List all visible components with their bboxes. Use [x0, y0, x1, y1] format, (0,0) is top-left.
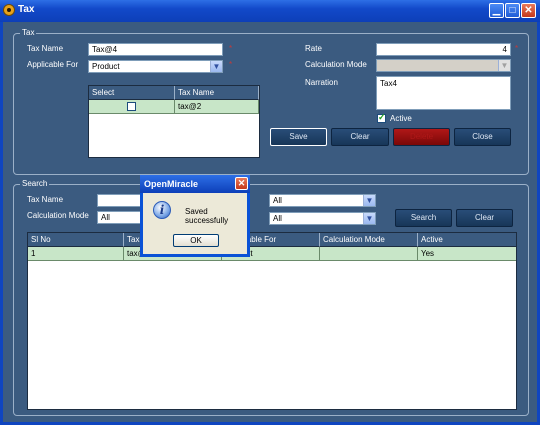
maximize-button[interactable]: □	[505, 3, 520, 18]
results-grid-header: Sl No Tax Name Applicable For Calculatio…	[28, 233, 516, 247]
dialog-title-bar: OpenMiracle ✕	[140, 175, 250, 193]
chevron-down-icon[interactable]: ▼	[210, 61, 222, 72]
app-icon	[3, 4, 15, 16]
saved-dialog: OpenMiracle ✕ i Saved successfully OK	[140, 175, 250, 257]
select-cell[interactable]	[89, 100, 175, 114]
applicable-for-value: Product	[92, 62, 120, 71]
search-applicable-for-value: All	[273, 196, 282, 205]
sl-no-cell: 1	[28, 247, 124, 261]
table-row[interactable]: 1 tax@2 Product Yes	[28, 247, 516, 261]
search-clear-button[interactable]: Clear	[456, 209, 513, 227]
column-header-tax-name[interactable]: Tax Name	[175, 86, 259, 100]
search-calculation-mode-select[interactable]: All	[97, 211, 141, 224]
search-applicable-for-select[interactable]: All ▼	[269, 194, 376, 207]
window-title: Tax	[18, 4, 35, 15]
search-calculation-mode-value: All	[101, 213, 110, 222]
dialog-message: Saved successfully	[185, 207, 229, 225]
search-button[interactable]: Search	[395, 209, 452, 227]
tax-name-label: Tax Name	[27, 44, 64, 53]
column-header-select[interactable]: Select	[89, 86, 175, 100]
info-icon: i	[153, 201, 171, 219]
active-cell: Yes	[418, 247, 516, 261]
applicable-for-label: Applicable For	[27, 60, 79, 69]
tax-group-legend: Tax	[20, 28, 37, 37]
search-active-select[interactable]: All ▼	[269, 212, 376, 225]
chevron-down-icon[interactable]: ▼	[363, 195, 375, 206]
row-select-checkbox[interactable]	[127, 102, 136, 111]
table-row[interactable]: tax@2	[89, 100, 259, 114]
close-window-button[interactable]: ✕	[521, 3, 536, 18]
calculation-mode-cell	[320, 247, 418, 261]
rate-required: *	[515, 44, 519, 53]
dialog-title: OpenMiracle	[144, 179, 199, 189]
applicable-for-select[interactable]: Product ▼	[88, 60, 223, 73]
window-body: Tax Tax Name Tax@4 * Applicable For Prod…	[0, 22, 540, 425]
tax-grid-header: Select Tax Name	[89, 86, 259, 100]
tax-select-grid[interactable]: Select Tax Name tax@2	[88, 85, 260, 158]
active-checkbox[interactable]	[377, 112, 386, 123]
search-calculation-mode-label: Calculation Mode	[27, 211, 89, 220]
delete-button[interactable]: Delete	[393, 128, 450, 146]
applicable-for-required: *	[229, 60, 233, 69]
search-active-value: All	[273, 214, 282, 223]
save-button[interactable]: Save	[270, 128, 327, 146]
close-button[interactable]: Close	[454, 128, 511, 146]
narration-label: Narration	[305, 78, 338, 87]
search-group-legend: Search	[20, 179, 50, 188]
narration-textarea[interactable]: Tax4	[376, 76, 511, 110]
chevron-down-icon[interactable]: ▼	[363, 213, 375, 224]
calculation-mode-select[interactable]: ▼	[376, 59, 511, 72]
tax-name-required: *	[229, 44, 233, 53]
search-tax-name-label: Tax Name	[27, 195, 64, 204]
clear-button[interactable]: Clear	[331, 128, 389, 146]
column-header-calculation-mode[interactable]: Calculation Mode	[320, 233, 418, 247]
column-header-active[interactable]: Active	[418, 233, 516, 247]
search-tax-name-input[interactable]	[97, 194, 141, 207]
title-bar: Tax ▁ □ ✕	[0, 0, 540, 22]
ok-button[interactable]: OK	[173, 234, 219, 247]
tax-name-input[interactable]: Tax@4	[88, 43, 223, 56]
dialog-close-button[interactable]: ✕	[235, 177, 248, 190]
search-results-grid[interactable]: Sl No Tax Name Applicable For Calculatio…	[27, 232, 517, 410]
calculation-mode-label: Calculation Mode	[305, 60, 367, 69]
minimize-button[interactable]: ▁	[489, 3, 504, 18]
column-header-sl-no[interactable]: Sl No	[28, 233, 124, 247]
rate-input[interactable]: 4	[376, 43, 511, 56]
active-label: Active	[390, 114, 412, 123]
rate-label: Rate	[305, 44, 322, 53]
tax-name-cell: tax@2	[175, 100, 259, 114]
chevron-down-icon[interactable]: ▼	[498, 60, 510, 71]
